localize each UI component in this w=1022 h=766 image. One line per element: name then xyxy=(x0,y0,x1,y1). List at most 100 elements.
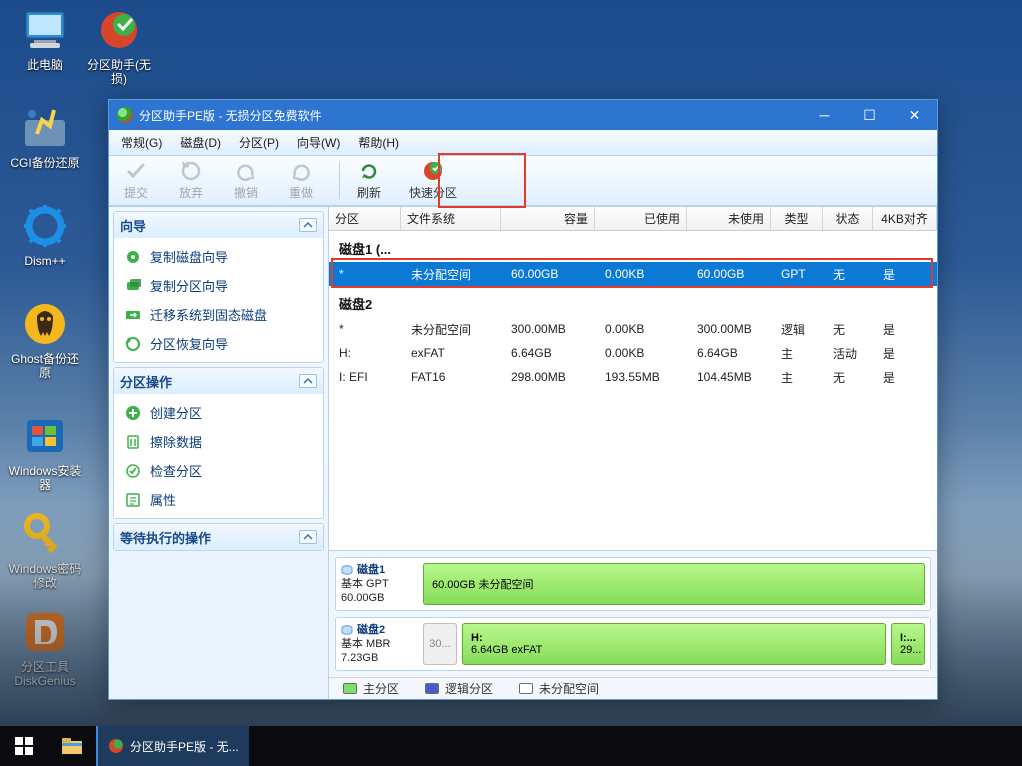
recovery-icon xyxy=(124,335,142,353)
tool-commit[interactable]: 提交 xyxy=(109,156,164,205)
partition-list[interactable]: 磁盘1 (... * 未分配空间 60.00GB 0.00KB 60.00GB … xyxy=(329,231,937,550)
icon-label: Windows安装器 xyxy=(8,464,82,492)
menu-general[interactable]: 常规(G) xyxy=(113,131,170,154)
op-wipe-data[interactable]: 擦除数据 xyxy=(116,427,321,456)
maximize-button[interactable]: ☐ xyxy=(847,100,892,130)
disk-info: 磁盘2 基本 MBR 7.23GB xyxy=(341,623,417,665)
window-title: 分区助手PE版 - 无损分区免费软件 xyxy=(139,107,322,124)
disk-map-2[interactable]: 磁盘2 基本 MBR 7.23GB 30... H: 6.64GB exFAT xyxy=(335,617,931,671)
icon-label: Windows密码修改 xyxy=(8,562,82,590)
menu-help[interactable]: 帮助(H) xyxy=(350,131,407,154)
menu-wizard[interactable]: 向导(W) xyxy=(289,131,348,154)
wizard-partition-recovery[interactable]: 分区恢复向导 xyxy=(116,329,321,358)
collapse-icon[interactable] xyxy=(299,530,317,544)
wizard-migrate-ssd[interactable]: 迁移系统到固态磁盘 xyxy=(116,300,321,329)
table-row[interactable]: H: exFAT 6.64GB 0.00KB 6.64GB 主 活动 是 xyxy=(329,341,937,365)
minimize-button[interactable]: ─ xyxy=(802,100,847,130)
disk-bar: 30... H: 6.64GB exFAT I:... 29... xyxy=(423,623,925,665)
disk-bar: 60.00GB 未分配空间 xyxy=(423,563,925,605)
col-free[interactable]: 未使用 xyxy=(687,207,771,230)
quick-partition-icon xyxy=(422,160,444,182)
col-filesystem[interactable]: 文件系统 xyxy=(401,207,501,230)
tool-redo[interactable]: 重做 xyxy=(274,156,329,205)
op-create-partition[interactable]: 创建分区 xyxy=(116,398,321,427)
col-type[interactable]: 类型 xyxy=(771,207,823,230)
task-label: 分区助手PE版 - 无... xyxy=(130,738,239,755)
disk-map-area: 磁盘1 基本 GPT 60.00GB 60.00GB 未分配空间 磁盘2 xyxy=(329,550,937,677)
legend: 主分区 逻辑分区 未分配空间 xyxy=(329,677,937,699)
table-row[interactable]: * 未分配空间 300.00MB 0.00KB 300.00MB 逻辑 无 是 xyxy=(329,317,937,341)
disk-icon xyxy=(341,624,353,636)
op-properties[interactable]: 属性 xyxy=(116,485,321,514)
disk-icon xyxy=(341,564,353,576)
group-disk2[interactable]: 磁盘2 xyxy=(329,286,937,317)
menu-partition[interactable]: 分区(P) xyxy=(231,131,287,154)
tool-refresh[interactable]: 刷新 xyxy=(342,156,397,205)
icon-label: 分区助手(无损) xyxy=(82,58,156,86)
desktop-icon-ghost-backup[interactable]: Ghost备份还原 xyxy=(8,300,82,380)
taskbar-task[interactable]: 分区助手PE版 - 无... xyxy=(96,726,249,766)
segment-i[interactable]: I:... 29... xyxy=(891,623,925,665)
undo-icon xyxy=(235,160,257,182)
desktop-icon-my-computer[interactable]: 此电脑 xyxy=(8,6,82,72)
partition-copy-icon xyxy=(124,277,142,295)
tool-discard[interactable]: 放弃 xyxy=(164,156,219,205)
collapse-icon[interactable] xyxy=(299,374,317,388)
file-explorer-button[interactable] xyxy=(48,726,96,766)
toolbar: 提交 放弃 撤销 重做 刷新 快速分区 xyxy=(109,156,937,206)
icon-label: Dism++ xyxy=(8,254,82,268)
segment-unallocated[interactable]: 60.00GB 未分配空间 xyxy=(423,563,925,605)
app-window: 分区助手PE版 - 无损分区免费软件 ─ ☐ ✕ 常规(G) 磁盘(D) 分区(… xyxy=(108,99,938,700)
table-row[interactable]: I: EFI FAT16 298.00MB 193.55MB 104.45MB … xyxy=(329,365,937,389)
desktop-icon-cgi-backup[interactable]: CGI备份还原 xyxy=(8,104,82,170)
tool-quick-partition[interactable]: 快速分区 xyxy=(397,156,469,205)
desktop-icon-dism[interactable]: Dism++ xyxy=(8,202,82,268)
sidebar: 向导 复制磁盘向导 复制分区向导 迁移系统到固态磁盘 分区恢复向导 分区操作 xyxy=(109,207,329,699)
taskbar: 分区助手PE版 - 无... xyxy=(0,726,1022,766)
desktop-icon-diskgenius[interactable]: 分区工具DiskGenius xyxy=(8,608,82,688)
segment-h[interactable]: H: 6.64GB exFAT xyxy=(462,623,886,665)
check-icon xyxy=(124,462,142,480)
panel-header[interactable]: 分区操作 xyxy=(114,368,323,394)
wizard-copy-partition[interactable]: 复制分区向导 xyxy=(116,271,321,300)
close-button[interactable]: ✕ xyxy=(892,100,937,130)
collapse-icon[interactable] xyxy=(299,218,317,232)
refresh-icon xyxy=(358,160,380,182)
desktop-icon-windows-installer[interactable]: Windows安装器 xyxy=(8,412,82,492)
menubar: 常规(G) 磁盘(D) 分区(P) 向导(W) 帮助(H) xyxy=(109,130,937,156)
segment-unallocated-small[interactable]: 30... xyxy=(423,623,457,665)
panel-header[interactable]: 等待执行的操作 xyxy=(114,524,323,550)
col-status[interactable]: 状态 xyxy=(823,207,873,230)
menu-disk[interactable]: 磁盘(D) xyxy=(172,131,229,154)
desktop-icon-partition-assistant[interactable]: 分区助手(无损) xyxy=(82,6,156,86)
table-header: 分区 文件系统 容量 已使用 未使用 类型 状态 4KB对齐 xyxy=(329,207,937,231)
table-row[interactable]: * 未分配空间 60.00GB 0.00KB 60.00GB GPT 无 是 xyxy=(329,262,937,286)
titlebar[interactable]: 分区助手PE版 - 无损分区免费软件 ─ ☐ ✕ xyxy=(109,100,937,130)
tool-undo[interactable]: 撤销 xyxy=(219,156,274,205)
col-used[interactable]: 已使用 xyxy=(595,207,687,230)
wipe-icon xyxy=(124,433,142,451)
properties-icon xyxy=(124,491,142,509)
icon-label: Ghost备份还原 xyxy=(8,352,82,380)
icon-label: 此电脑 xyxy=(8,58,82,72)
disk-map-1[interactable]: 磁盘1 基本 GPT 60.00GB 60.00GB 未分配空间 xyxy=(335,557,931,611)
panel-partition-ops: 分区操作 创建分区 擦除数据 检查分区 属性 xyxy=(113,367,324,519)
panel-wizard: 向导 复制磁盘向导 复制分区向导 迁移系统到固态磁盘 分区恢复向导 xyxy=(113,211,324,363)
col-capacity[interactable]: 容量 xyxy=(501,207,595,230)
col-align[interactable]: 4KB对齐 xyxy=(873,207,937,230)
col-partition[interactable]: 分区 xyxy=(329,207,401,230)
start-button[interactable] xyxy=(0,726,48,766)
discard-icon xyxy=(180,160,202,182)
panel-pending: 等待执行的操作 xyxy=(113,523,324,551)
group-disk1[interactable]: 磁盘1 (... xyxy=(329,231,937,262)
op-check-partition[interactable]: 检查分区 xyxy=(116,456,321,485)
create-icon xyxy=(124,404,142,422)
desktop: 此电脑 分区助手(无损) CGI备份还原 Dism++ Ghost备份还原 Wi… xyxy=(0,0,1022,766)
desktop-icon-windows-password[interactable]: Windows密码修改 xyxy=(8,510,82,590)
panel-header[interactable]: 向导 xyxy=(114,212,323,238)
wizard-copy-disk[interactable]: 复制磁盘向导 xyxy=(116,242,321,271)
main-panel: 分区 文件系统 容量 已使用 未使用 类型 状态 4KB对齐 磁盘1 (... … xyxy=(329,207,937,699)
check-icon xyxy=(125,160,147,182)
legend-logical: 逻辑分区 xyxy=(425,680,493,697)
redo-icon xyxy=(290,160,312,182)
